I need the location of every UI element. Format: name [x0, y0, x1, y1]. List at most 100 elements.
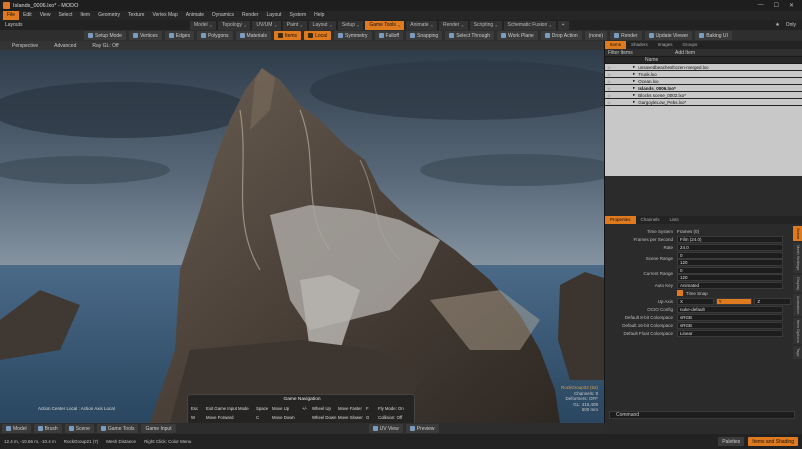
- menu-edit[interactable]: Edit: [19, 11, 36, 20]
- list-item[interactable]: ◉ ▸ Trunk.lxo: [605, 71, 802, 78]
- update-viewer-button[interactable]: Update Viewer: [644, 31, 693, 40]
- side-tab-animation[interactable]: Animation: [793, 293, 802, 316]
- tab-render[interactable]: Render ×: [438, 20, 468, 30]
- list-item[interactable]: ◉ ▸ Blocks scene_0002.lxo*: [605, 92, 802, 99]
- setup-mode-button[interactable]: Setup Mode: [84, 31, 126, 40]
- up-axis-x[interactable]: X: [677, 297, 714, 305]
- minimize-button[interactable]: —: [758, 2, 764, 9]
- vertices-button[interactable]: Vertices: [128, 31, 162, 40]
- tab-schematic-fusion[interactable]: Schematic Fusion ×: [503, 20, 556, 30]
- name-column-header[interactable]: Name: [605, 57, 658, 63]
- auto-key-field[interactable]: Animated: [677, 281, 783, 289]
- tab-close-icon[interactable]: ×: [398, 21, 400, 30]
- tab-properties[interactable]: Properties: [605, 216, 636, 224]
- menu-vertex-map[interactable]: Vertex Map: [148, 11, 181, 20]
- drop-action-button[interactable]: Drop Action: [540, 31, 582, 40]
- view-type-dropdown[interactable]: Perspective: [12, 43, 38, 49]
- game-input-button[interactable]: Game Input: [141, 424, 176, 433]
- visibility-eye-icon[interactable]: ◉: [605, 65, 613, 70]
- expand-arrow-icon[interactable]: ▸: [633, 78, 635, 84]
- tab-images[interactable]: Images: [653, 41, 678, 49]
- expand-arrow-icon[interactable]: ▸: [633, 85, 635, 91]
- list-item[interactable]: ◉ ▸ GargoyleLow_Pebs.lxo*: [605, 99, 802, 106]
- polygons-button[interactable]: Polygons: [196, 31, 233, 40]
- tab-layout[interactable]: Layout ×: [308, 20, 336, 30]
- render-button[interactable]: Render: [610, 31, 642, 40]
- default-16-bit-colorspace-field[interactable]: sRGB: [677, 321, 783, 329]
- list-item[interactable]: ◉ ▸ Islands_0006.lxo*: [605, 85, 802, 92]
- side-tab-scene[interactable]: Scene: [793, 226, 802, 242]
- side-tab-display[interactable]: Display: [793, 274, 802, 292]
- tab-setup[interactable]: Setup ×: [337, 20, 364, 30]
- tab-lists[interactable]: Lists: [665, 216, 684, 224]
- side-tab-item-options[interactable]: Item Options: [793, 317, 802, 345]
- tab-paint[interactable]: Paint ×: [282, 20, 307, 30]
- brush-button[interactable]: Brush: [33, 424, 62, 433]
- local-button[interactable]: Local: [304, 31, 332, 40]
- add-tab-button[interactable]: +: [557, 20, 569, 30]
- tab-close-icon[interactable]: ×: [210, 21, 212, 30]
- menu-help[interactable]: Help: [310, 11, 328, 20]
- tab-close-icon[interactable]: ×: [244, 21, 246, 30]
- frames-per-second-field[interactable]: Film (24.0): [677, 235, 783, 243]
- palettes-button[interactable]: Palettes: [718, 437, 745, 446]
- command-input[interactable]: Command: [609, 411, 795, 419]
- filter-items-field[interactable]: Filter Items: [605, 50, 667, 56]
- menu-geometry[interactable]: Geometry: [94, 11, 124, 20]
- materials-button[interactable]: Materials: [235, 31, 271, 40]
- visibility-eye-icon[interactable]: ◉: [605, 79, 613, 84]
- menu-dynamics[interactable]: Dynamics: [208, 11, 238, 20]
- work-plane-button[interactable]: Work Plane: [497, 31, 538, 40]
- scene-button[interactable]: Scene: [64, 424, 94, 433]
- current-range-end[interactable]: 120: [677, 273, 783, 281]
- -none--button[interactable]: (none): [584, 31, 608, 40]
- tab-close-icon[interactable]: ×: [357, 21, 359, 30]
- scene-range-end[interactable]: 120: [677, 258, 783, 266]
- menu-select[interactable]: Select: [54, 11, 76, 20]
- tab-close-icon[interactable]: ×: [461, 21, 463, 30]
- tab-scripting[interactable]: Scripting ×: [469, 20, 502, 30]
- visibility-eye-icon[interactable]: ◉: [605, 72, 613, 77]
- rate-field[interactable]: 24.0: [677, 243, 783, 251]
- add-item-button[interactable]: Add Item: [667, 50, 695, 56]
- visibility-eye-icon[interactable]: ◉: [605, 100, 613, 105]
- snapping-button[interactable]: Snapping: [406, 31, 443, 40]
- list-item[interactable]: ◉ ▸ unsavedbeachesfrozen-merged.lxo: [605, 64, 802, 71]
- visibility-eye-icon[interactable]: ◉: [605, 93, 613, 98]
- tab-close-icon[interactable]: ×: [330, 21, 332, 30]
- favorite-icon[interactable]: ★: [775, 22, 779, 28]
- tab-groups[interactable]: Groups: [678, 41, 703, 49]
- menu-animate[interactable]: Animate: [182, 11, 208, 20]
- menu-item[interactable]: Item: [76, 11, 94, 20]
- menu-file[interactable]: File: [3, 11, 20, 20]
- tab-model[interactable]: Model ×: [190, 20, 216, 30]
- layouts-label[interactable]: Layouts: [0, 22, 90, 28]
- list-item[interactable]: ◉ ▸ Ocean.lxo: [605, 78, 802, 85]
- tab-close-icon[interactable]: ×: [431, 21, 433, 30]
- items-button[interactable]: Items: [273, 31, 302, 40]
- tab-close-icon[interactable]: ×: [549, 21, 551, 30]
- ocio-config-field[interactable]: nuke-default: [677, 305, 783, 313]
- default-8-bit-colorspace-field[interactable]: sRGB: [677, 313, 783, 321]
- edges-button[interactable]: Edges: [164, 31, 194, 40]
- time-snap-checkbox[interactable]: [677, 290, 683, 296]
- tab-channels[interactable]: Channels: [636, 216, 665, 224]
- tab-shaders[interactable]: Shaders: [626, 41, 653, 49]
- expand-arrow-icon[interactable]: ▸: [633, 99, 635, 105]
- preview-button[interactable]: Preview: [405, 424, 439, 433]
- model-button[interactable]: Model: [2, 424, 31, 433]
- tab-game-tools[interactable]: Game Tools ×: [365, 20, 405, 30]
- scene-range-start[interactable]: 0: [677, 251, 783, 259]
- expand-arrow-icon[interactable]: ▸: [633, 92, 635, 98]
- game-tools-button[interactable]: Game Tools: [96, 424, 139, 433]
- side-tab-tags[interactable]: Tags: [793, 346, 802, 359]
- baking-ui-button[interactable]: Baking UI: [695, 31, 732, 40]
- falloff-button[interactable]: Falloff: [374, 31, 404, 40]
- symmetry-button[interactable]: Symmetry: [334, 31, 372, 40]
- items-and-shading-button[interactable]: Items and Shading: [748, 437, 798, 446]
- tab-animate[interactable]: Animate ×: [406, 20, 437, 30]
- menu-render[interactable]: Render: [238, 11, 262, 20]
- 3d-viewport[interactable]: Action Center Local : Action Axis Local …: [0, 50, 604, 423]
- tab-close-icon[interactable]: ×: [274, 21, 276, 30]
- default-float-colorspace-field[interactable]: Linear: [677, 329, 783, 337]
